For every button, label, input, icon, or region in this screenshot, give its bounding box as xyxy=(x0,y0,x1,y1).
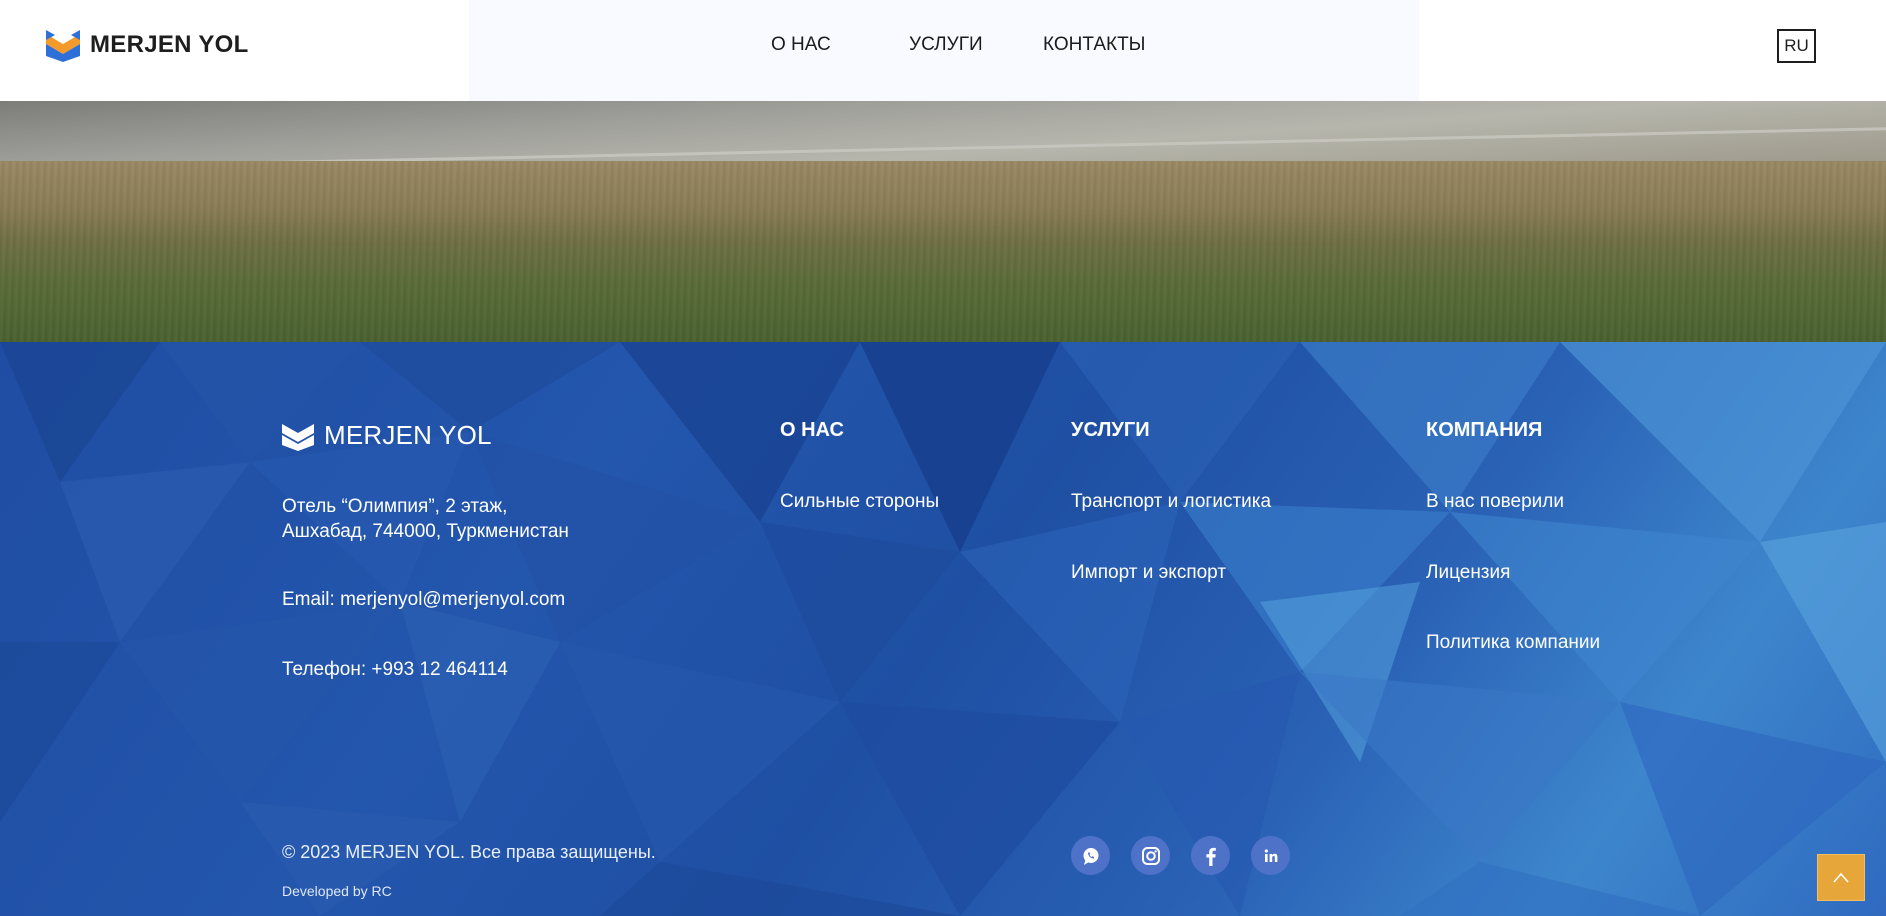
footer-col-title-services: УСЛУГИ xyxy=(1071,419,1150,441)
language-switcher[interactable]: RU xyxy=(1777,29,1816,63)
hero-image xyxy=(0,101,1886,342)
footer-link-license[interactable]: Лицензия xyxy=(1426,562,1510,584)
whatsapp-icon xyxy=(1083,847,1098,865)
footer-link-trusted-us[interactable]: В нас поверили xyxy=(1426,491,1564,513)
footer-col-title-company: КОМПАНИЯ xyxy=(1426,419,1543,441)
chevron-up-icon xyxy=(1833,872,1849,883)
nav-item-about[interactable]: О НАС xyxy=(771,34,831,56)
site-footer: MERJEN YOL Отель “Олимпия”, 2 этаж, Ашха… xyxy=(0,342,1886,916)
footer-link-strengths[interactable]: Сильные стороны xyxy=(780,491,939,513)
whatsapp-button[interactable] xyxy=(1071,836,1110,875)
main-nav: О НАС УСЛУГИ КОНТАКТЫ xyxy=(0,34,1886,60)
footer-link-company-policy[interactable]: Политика компании xyxy=(1426,632,1600,654)
footer-logo[interactable]: MERJEN YOL xyxy=(282,420,492,451)
linkedin-icon xyxy=(1264,848,1277,862)
instagram-icon xyxy=(1141,846,1160,865)
developer-credit[interactable]: Developed by RC xyxy=(282,883,392,899)
hero-runway xyxy=(0,101,1886,161)
hero-grass xyxy=(0,161,1886,342)
footer-link-import-export[interactable]: Импорт и экспорт xyxy=(1071,562,1226,584)
footer-logo-mark-icon xyxy=(282,423,314,451)
nav-item-services[interactable]: УСЛУГИ xyxy=(909,34,983,56)
facebook-icon xyxy=(1205,847,1216,866)
copyright-text: © 2023 MERJEN YOL. Все права защищены. xyxy=(282,842,656,862)
scroll-to-top-button[interactable] xyxy=(1817,854,1865,901)
footer-phone[interactable]: Телефон: +993 12 464114 xyxy=(282,657,508,682)
instagram-button[interactable] xyxy=(1131,836,1170,875)
footer-col-title-about: О НАС xyxy=(780,419,844,441)
address-line-1: Отель “Олимпия”, 2 этаж, xyxy=(282,496,508,517)
address-line-2: Ашхабад, 744000, Туркменистан xyxy=(282,521,569,542)
footer-address: Отель “Олимпия”, 2 этаж, Ашхабад, 744000… xyxy=(282,494,569,544)
facebook-button[interactable] xyxy=(1191,836,1230,875)
linkedin-button[interactable] xyxy=(1251,836,1290,875)
footer-logo-text: MERJEN YOL xyxy=(324,420,492,450)
footer-link-transport-logistics[interactable]: Транспорт и логистика xyxy=(1071,491,1271,513)
footer-email[interactable]: Email: merjenyol@merjenyol.com xyxy=(282,587,565,612)
site-header: MERJEN YOL О НАС УСЛУГИ КОНТАКТЫ RU xyxy=(0,0,1886,101)
nav-item-contacts[interactable]: КОНТАКТЫ xyxy=(1043,34,1146,56)
